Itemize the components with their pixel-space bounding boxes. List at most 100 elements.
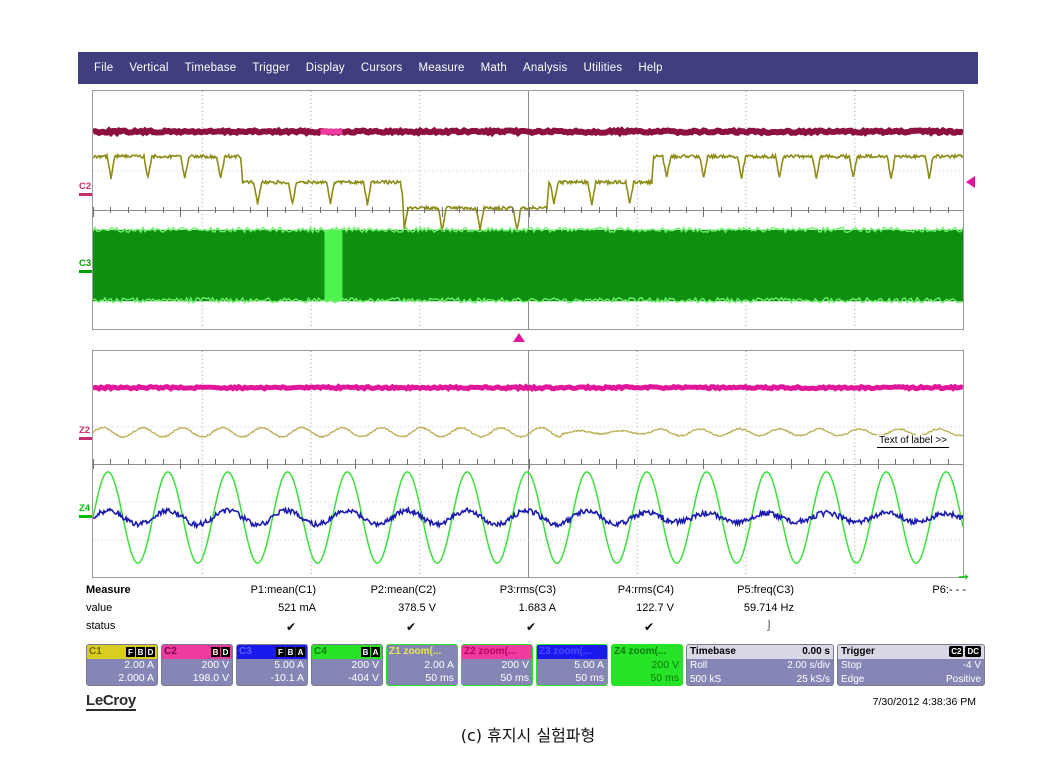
trigger-slope-label: Edge	[841, 674, 865, 685]
descriptor-badges[interactable]: FBA	[276, 647, 305, 657]
descriptor-name: Z3 zoom(...	[539, 646, 592, 657]
descriptor-box-z4[interactable]: Z4 zoom(... 200 V 50 ms	[611, 644, 683, 686]
badge-b[interactable]: B	[136, 647, 145, 657]
descriptor-box-c1[interactable]: C1 F B D 2.00 A 2.000 A	[86, 644, 158, 686]
measure-row-label-value: value	[86, 602, 113, 614]
descriptor-badges[interactable]: BD	[211, 647, 230, 657]
measure-col-name-3[interactable]: P4:rms(C4)	[564, 584, 674, 596]
badge-d[interactable]: D	[146, 647, 155, 657]
measure-title: Measure	[86, 584, 131, 596]
trigger-source-badges[interactable]: C2 DC	[949, 646, 981, 657]
descriptor-line-1: 5.00 A	[274, 659, 304, 671]
timebase-rate: 25 kS/s	[796, 674, 830, 685]
channel-marker-c3[interactable]: C3	[79, 259, 92, 273]
menu-item-measure[interactable]: Measure	[411, 62, 473, 74]
timebase-title: Timebase	[690, 646, 736, 657]
trigger-position-marker[interactable]	[513, 333, 525, 342]
menu-item-cursors[interactable]: Cursors	[353, 62, 411, 74]
descriptor-box-c4[interactable]: C4 B A 200 V -404 V	[311, 644, 383, 686]
descriptor-header: Z3 zoom(...	[537, 645, 607, 659]
descriptor-header: C2 B D	[162, 645, 232, 659]
descriptor-name: C1	[89, 646, 102, 657]
timebase-mode-value: 2.00 s/div	[787, 660, 830, 671]
trigger-state-row: Stop -4 V	[838, 659, 984, 673]
trigger-slope-value: Positive	[945, 674, 981, 685]
waveform-grid-lower[interactable]: Text of label >>	[92, 350, 964, 578]
trigger-badge-dc[interactable]: DC	[965, 646, 981, 657]
channel-marker-z2[interactable]: Z2	[79, 426, 92, 440]
menu-item-trigger[interactable]: Trigger	[244, 62, 297, 74]
measure-value-4: 59.714 Hz	[743, 602, 794, 614]
measure-col-name-1[interactable]: P2:mean(C2)	[326, 584, 436, 596]
descriptor-box-z3[interactable]: Z3 zoom(... 5.00 A 50 ms	[536, 644, 608, 686]
descriptor-line-1: 200 V	[201, 659, 229, 671]
menu-item-vertical[interactable]: Vertical	[121, 62, 176, 74]
menu-item-utilities[interactable]: Utilities	[575, 62, 630, 74]
waveform-label-annotation[interactable]: Text of label >>	[877, 435, 949, 448]
trigger-state: Stop	[841, 660, 862, 671]
badge-a[interactable]: A	[371, 647, 380, 657]
badge-b[interactable]: B	[211, 647, 220, 657]
badge-a[interactable]: A	[296, 647, 305, 657]
badge-b[interactable]: B	[286, 647, 295, 657]
measure-value-1: 378.5 V	[398, 602, 436, 614]
descriptor-line-1: 2.00 A	[424, 659, 454, 671]
timebase-box[interactable]: Timebase 0.00 s Roll 2.00 s/div 500 kS 25 kS/…	[686, 644, 834, 686]
descriptor-name: Z4 zoom(...	[614, 646, 667, 657]
scroll-arrow-icon[interactable]: ➞	[958, 570, 969, 583]
timebase-memory-row: 500 kS 25 kS/s	[687, 673, 833, 685]
descriptor-line-1: 200 V	[351, 659, 379, 671]
badge-d[interactable]: D	[221, 647, 230, 657]
descriptor-line-1: 200 V	[501, 659, 529, 671]
waveform-grid-upper[interactable]	[92, 90, 964, 330]
channel-marker-z4[interactable]: Z4	[79, 504, 92, 518]
trigger-box[interactable]: Trigger C2 DC Stop -4 V Edge Positive	[837, 644, 985, 686]
badge-f[interactable]: F	[126, 647, 135, 657]
measure-status-0: ✔	[285, 620, 297, 634]
measure-col-name-5[interactable]: P6:- - -	[856, 584, 966, 596]
measure-col-name-0[interactable]: P1:mean(C1)	[206, 584, 316, 596]
menu-item-help[interactable]: Help	[630, 62, 670, 74]
descriptor-badges[interactable]: FBD	[126, 647, 155, 657]
timebase-mode: Roll	[690, 660, 708, 671]
menu-item-analysis[interactable]: Analysis	[515, 62, 575, 74]
badge-f[interactable]: F	[276, 647, 285, 657]
descriptor-line-2: 50 ms	[500, 672, 529, 684]
descriptor-line-1: 200 V	[651, 659, 679, 671]
timebase-title-row: Timebase 0.00 s	[687, 645, 833, 659]
menu-item-display[interactable]: Display	[298, 62, 353, 74]
upper-tick-row	[93, 207, 963, 218]
descriptor-name: Z2 zoom(...	[464, 646, 517, 657]
descriptor-badges[interactable]: BA	[361, 647, 380, 657]
menu-item-timebase[interactable]: Timebase	[177, 62, 245, 74]
timebase-memory: 500 kS	[690, 674, 722, 685]
measure-status-4: ⌡	[765, 620, 773, 631]
channel-marker-c2[interactable]: C2	[79, 182, 92, 196]
descriptor-box-c2[interactable]: C2 B D 200 V 198.0 V	[161, 644, 233, 686]
menu-item-file[interactable]: File	[86, 62, 121, 74]
descriptor-line-1: 2.00 A	[124, 659, 154, 671]
descriptor-line-2: -10.1 A	[270, 672, 304, 684]
figure-caption: (c) 휴지시 실험파형	[460, 726, 596, 745]
measure-value-0: 521 mA	[278, 602, 316, 614]
descriptor-line-1: 5.00 A	[574, 659, 604, 671]
descriptor-name: Z1 zoom(...	[389, 646, 442, 657]
descriptor-header: Z2 zoom(...	[462, 645, 532, 659]
descriptor-line-2: 50 ms	[575, 672, 604, 684]
descriptor-box-z2[interactable]: Z2 zoom(... 200 V 50 ms	[461, 644, 533, 686]
descriptor-line-2: 50 ms	[425, 672, 454, 684]
measure-value-2: 1.683 A	[518, 602, 556, 614]
descriptor-line-2: 2.000 A	[118, 672, 154, 684]
descriptor-header: Z1 zoom(...	[387, 645, 457, 659]
trigger-level-marker[interactable]	[966, 176, 975, 188]
measure-col-name-2[interactable]: P3:rms(C3)	[446, 584, 556, 596]
descriptor-box-z1[interactable]: Z1 zoom(... 2.00 A 50 ms	[386, 644, 458, 686]
measure-status-2: ✔	[525, 620, 537, 634]
descriptor-box-c3[interactable]: C3 F B A 5.00 A -10.1 A	[236, 644, 308, 686]
measure-col-name-4[interactable]: P5:freq(C3)	[682, 584, 794, 596]
menu-item-math[interactable]: Math	[473, 62, 515, 74]
badge-b[interactable]: B	[361, 647, 370, 657]
descriptor-name: C4	[314, 646, 327, 657]
timebase-value: 0.00 s	[802, 646, 830, 657]
trigger-badge-c2[interactable]: C2	[949, 646, 964, 657]
